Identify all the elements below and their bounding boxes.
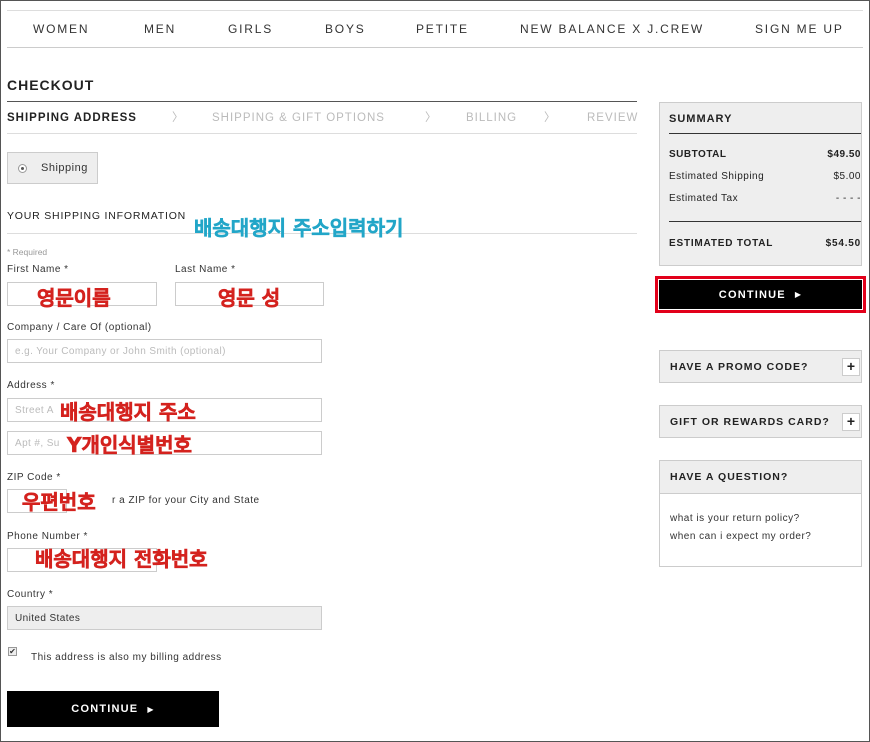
total-label: ESTIMATED TOTAL (669, 238, 774, 249)
country-select[interactable]: United States (7, 606, 322, 630)
last-name-label: Last Name * (175, 264, 236, 275)
total-value: $54.50 (825, 238, 861, 249)
radio-selected-icon (18, 163, 27, 173)
nav-item-sign-up[interactable]: SIGN ME UP (755, 22, 844, 36)
shipping-cost-value: $5.00 (833, 171, 861, 182)
tax-row: Estimated Tax - - - - (669, 193, 861, 204)
question-link-order-delivery[interactable]: when can i expect my order? (670, 531, 811, 542)
summary-title: SUMMARY (669, 113, 733, 125)
question-link-return-policy[interactable]: what is your return policy? (670, 513, 800, 524)
chevron-right-icon: 〉 (544, 112, 557, 124)
summary-continue-button[interactable]: CONTINUE ▶ (659, 280, 862, 309)
gift-card-panel[interactable]: GIFT OR REWARDS CARD? + (659, 405, 862, 438)
gift-card-label: GIFT OR REWARDS CARD? (670, 416, 830, 428)
play-arrow-icon: ▶ (794, 290, 803, 299)
order-summary: SUMMARY SUBTOTAL $49.50 Estimated Shippi… (659, 102, 862, 266)
total-row: ESTIMATED TOTAL $54.50 (669, 238, 861, 249)
nav-item-girls[interactable]: GIRLS (228, 22, 273, 36)
shipping-cost-label: Estimated Shipping (669, 171, 765, 182)
billing-same-checkbox[interactable]: ✔ (8, 647, 17, 656)
summary-continue-label: CONTINUE (718, 288, 786, 301)
required-note: * Required (7, 247, 48, 257)
continue-button-label: CONTINUE (71, 703, 139, 715)
country-label: Country * (7, 589, 54, 600)
annotation-last-name: 영문 성 (218, 286, 281, 311)
continue-button[interactable]: CONTINUE ▶ (7, 691, 219, 727)
nav-item-boys[interactable]: BOYS (325, 22, 366, 36)
shipping-row: Estimated Shipping $5.00 (669, 171, 861, 182)
divider (669, 221, 861, 222)
shipping-info-heading: YOUR SHIPPING INFORMATION (7, 210, 187, 222)
annotation-phone: 배송대행지 전화번호 (35, 547, 208, 572)
shipping-radio-label: Shipping (41, 162, 88, 174)
company-input[interactable]: e.g. Your Company or John Smith (optiona… (7, 339, 322, 363)
address-label: Address * (7, 380, 55, 391)
tax-label: Estimated Tax (669, 193, 739, 204)
company-label: Company / Care Of (optional) (7, 322, 152, 333)
tax-value: - - - - (835, 193, 861, 204)
promo-code-panel[interactable]: HAVE A PROMO CODE? + (659, 350, 862, 383)
step-review[interactable]: REVIEW (587, 112, 638, 124)
plus-icon[interactable]: + (842, 358, 860, 376)
nav-item-new-balance[interactable]: NEW BALANCE X J.CREW (520, 22, 704, 36)
chevron-right-icon: 〉 (172, 112, 185, 124)
plus-icon[interactable]: + (842, 413, 860, 431)
subtotal-row: SUBTOTAL $49.50 (669, 149, 861, 160)
divider (669, 133, 861, 134)
first-name-label: First Name * (7, 264, 69, 275)
top-nav: WOMEN MEN GIRLS BOYS PETITE NEW BALANCE … (7, 10, 863, 48)
annotation-shipping-address-entry: 배송대행지 주소입력하기 (194, 216, 404, 241)
play-arrow-icon: ▶ (147, 704, 155, 714)
question-panel: HAVE A QUESTION? (659, 460, 862, 494)
annotation-address: 배송대행지 주소 (60, 400, 196, 425)
step-shipping-address[interactable]: SHIPPING ADDRESS (7, 112, 137, 124)
annotation-first-name: 영문이름 (37, 286, 111, 311)
zip-hint: r a ZIP for your City and State (112, 495, 260, 506)
question-list: what is your return policy? when can i e… (659, 494, 862, 567)
chevron-right-icon: 〉 (425, 112, 438, 124)
nav-item-petite[interactable]: PETITE (416, 22, 469, 36)
subtotal-label: SUBTOTAL (669, 149, 727, 160)
billing-same-label: This address is also my billing address (31, 652, 222, 663)
nav-item-women[interactable]: WOMEN (33, 22, 89, 36)
promo-code-label: HAVE A PROMO CODE? (670, 361, 809, 373)
page-title: CHECKOUT (7, 77, 95, 93)
question-title: HAVE A QUESTION? (670, 471, 789, 483)
step-shipping-gift-options[interactable]: SHIPPING & GIFT OPTIONS (212, 112, 385, 124)
nav-item-men[interactable]: MEN (144, 22, 176, 36)
annotation-zip: 우편번호 (22, 490, 96, 515)
subtotal-value: $49.50 (827, 149, 861, 160)
shipping-radio-option[interactable]: Shipping (7, 152, 98, 184)
zip-label: ZIP Code * (7, 472, 61, 483)
annotation-personal-id: Y개인식별번호 (67, 433, 192, 458)
phone-label: Phone Number * (7, 531, 88, 542)
checkout-steps: SHIPPING ADDRESS 〉 SHIPPING & GIFT OPTIO… (7, 101, 637, 134)
step-billing[interactable]: BILLING (466, 112, 517, 124)
